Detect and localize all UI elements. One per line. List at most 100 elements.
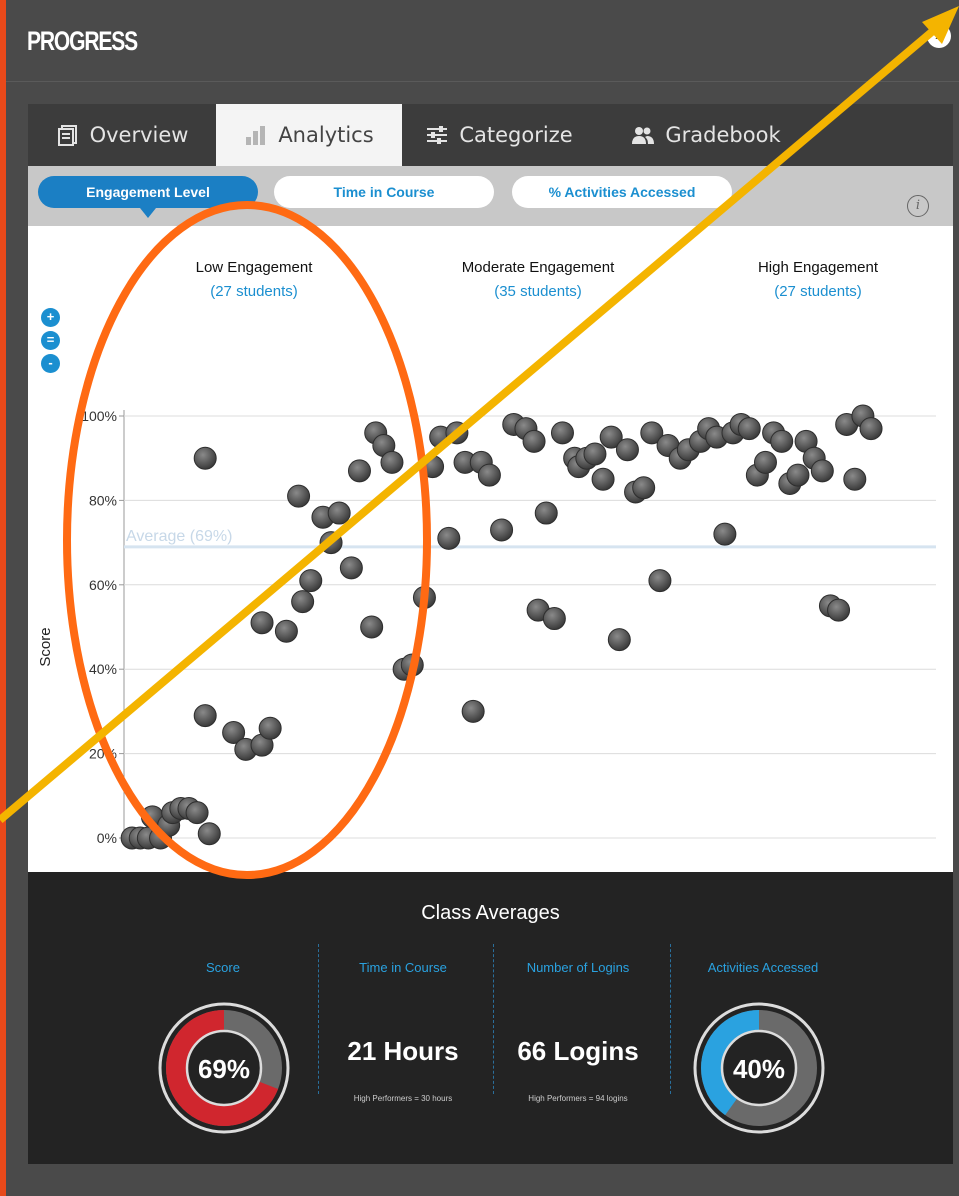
student-point[interactable] bbox=[522, 429, 546, 453]
student-point[interactable] bbox=[185, 801, 209, 825]
tab-label: Analytics bbox=[278, 123, 374, 147]
subtab-activities-accessed[interactable]: % Activities Accessed bbox=[512, 176, 732, 208]
logins-value: 66 Logins bbox=[517, 1036, 639, 1066]
stat-label-logins: Number of Logins bbox=[526, 960, 630, 975]
stat-label-time: Time in Course bbox=[359, 960, 447, 975]
student-point[interactable] bbox=[786, 463, 810, 487]
stat-divider bbox=[670, 944, 671, 1094]
student-point[interactable] bbox=[250, 611, 274, 635]
student-point[interactable] bbox=[437, 526, 461, 550]
time-in-course-note: High Performers = 30 hours bbox=[353, 1094, 453, 1103]
student-point[interactable] bbox=[461, 699, 485, 723]
stat-divider bbox=[493, 944, 494, 1094]
student-point[interactable] bbox=[591, 467, 615, 491]
student-point[interactable] bbox=[193, 446, 217, 470]
class-averages: Class Averages Score Time in Course Numb… bbox=[28, 872, 953, 1164]
student-point[interactable] bbox=[412, 585, 436, 609]
student-point[interactable] bbox=[421, 455, 445, 479]
group-count: (27 students) bbox=[774, 283, 862, 300]
student-point[interactable] bbox=[360, 615, 384, 639]
y-tick-label: 20% bbox=[89, 746, 117, 762]
info-icon[interactable]: i bbox=[907, 195, 929, 217]
student-point[interactable] bbox=[615, 438, 639, 462]
student-point[interactable] bbox=[339, 556, 363, 580]
student-point[interactable] bbox=[274, 619, 298, 643]
y-tick-label: 40% bbox=[89, 661, 117, 677]
tab-gradebook[interactable]: Gradebook bbox=[596, 104, 816, 166]
class-averages-title: Class Averages bbox=[421, 902, 560, 924]
activities-value: 40% bbox=[733, 1054, 785, 1084]
panel-header: PROGRESS » bbox=[6, 0, 959, 82]
subtab-engagement-level[interactable]: Engagement Level bbox=[38, 176, 258, 208]
student-point[interactable] bbox=[632, 476, 656, 500]
panel-title: PROGRESS bbox=[27, 26, 138, 56]
student-point[interactable] bbox=[291, 590, 315, 614]
student-point[interactable] bbox=[583, 442, 607, 466]
student-point[interactable] bbox=[380, 450, 404, 474]
student-point[interactable] bbox=[319, 531, 343, 555]
score-value: 69% bbox=[198, 1054, 250, 1084]
tab-label: Gradebook bbox=[665, 123, 781, 147]
time-in-course-value: 21 Hours bbox=[347, 1036, 459, 1066]
document-icon bbox=[57, 125, 77, 146]
group-name: Moderate Engagement bbox=[462, 259, 615, 276]
bar-chart-icon bbox=[246, 126, 266, 145]
student-point[interactable] bbox=[490, 518, 514, 542]
student-point[interactable] bbox=[197, 822, 221, 846]
student-point[interactable] bbox=[843, 467, 867, 491]
collapse-icon[interactable]: » bbox=[927, 24, 951, 48]
tab-label: Overview bbox=[89, 123, 189, 147]
active-subtab-caret bbox=[140, 208, 156, 218]
tab-bar: Overview Analytics Categorize Gradebook bbox=[28, 104, 953, 166]
student-point[interactable] bbox=[327, 501, 351, 525]
subtab-time-in-course[interactable]: Time in Course bbox=[274, 176, 494, 208]
y-tick-label: 100% bbox=[81, 408, 117, 424]
subtab-bar: Engagement Level Time in Course % Activi… bbox=[28, 166, 953, 226]
student-point[interactable] bbox=[400, 653, 424, 677]
student-point[interactable] bbox=[287, 484, 311, 508]
stat-divider bbox=[318, 944, 319, 1094]
student-point[interactable] bbox=[859, 417, 883, 441]
student-point[interactable] bbox=[827, 598, 851, 622]
y-tick-label: 80% bbox=[89, 492, 117, 508]
tab-analytics[interactable]: Analytics bbox=[216, 104, 402, 166]
tab-categorize[interactable]: Categorize bbox=[402, 104, 596, 166]
y-tick-label: 0% bbox=[97, 830, 117, 846]
student-point[interactable] bbox=[550, 421, 574, 445]
student-point[interactable] bbox=[299, 569, 323, 593]
student-point[interactable] bbox=[347, 459, 371, 483]
student-point[interactable] bbox=[753, 450, 777, 474]
student-point[interactable] bbox=[648, 569, 672, 593]
student-point[interactable] bbox=[737, 417, 761, 441]
progress-panel: PROGRESS » Overview Analytics Categorize… bbox=[6, 0, 959, 1196]
scatter-plot: 0% 20% 40% 60% 80% 100% Score Average (69%) Low … bbox=[37, 259, 936, 850]
average-label: Average (69%) bbox=[126, 528, 232, 545]
group-name: Low Engagement bbox=[196, 259, 314, 276]
stat-label-activities: Activities Accessed bbox=[707, 960, 819, 975]
student-point[interactable] bbox=[713, 522, 737, 546]
y-tick-label: 60% bbox=[89, 577, 117, 593]
engagement-chart: + = - 0% 20% 40% 60% 80% 100% Score Average (69… bbox=[28, 226, 953, 872]
student-point[interactable] bbox=[477, 463, 501, 487]
logins-note: High Performers = 94 logins bbox=[528, 1094, 628, 1103]
student-point[interactable] bbox=[810, 459, 834, 483]
group-name: High Engagement bbox=[758, 259, 879, 276]
stat-label-score: Score bbox=[206, 960, 240, 975]
analytics-content: Overview Analytics Categorize Gradebook … bbox=[28, 104, 953, 1164]
student-point[interactable] bbox=[445, 421, 469, 445]
tab-label: Categorize bbox=[459, 123, 573, 147]
users-icon bbox=[632, 127, 655, 144]
student-point[interactable] bbox=[607, 628, 631, 652]
tab-overview[interactable]: Overview bbox=[28, 104, 216, 166]
activities-donut: 40% bbox=[693, 1002, 825, 1134]
student-point[interactable] bbox=[770, 429, 794, 453]
sliders-icon bbox=[427, 126, 448, 144]
student-point[interactable] bbox=[542, 607, 566, 631]
group-count: (35 students) bbox=[494, 283, 582, 300]
student-point[interactable] bbox=[258, 716, 282, 740]
score-donut: 69% bbox=[158, 1002, 290, 1134]
y-axis-title: Score bbox=[37, 627, 54, 666]
group-count: (27 students) bbox=[210, 283, 298, 300]
student-point[interactable] bbox=[193, 704, 217, 728]
student-point[interactable] bbox=[534, 501, 558, 525]
